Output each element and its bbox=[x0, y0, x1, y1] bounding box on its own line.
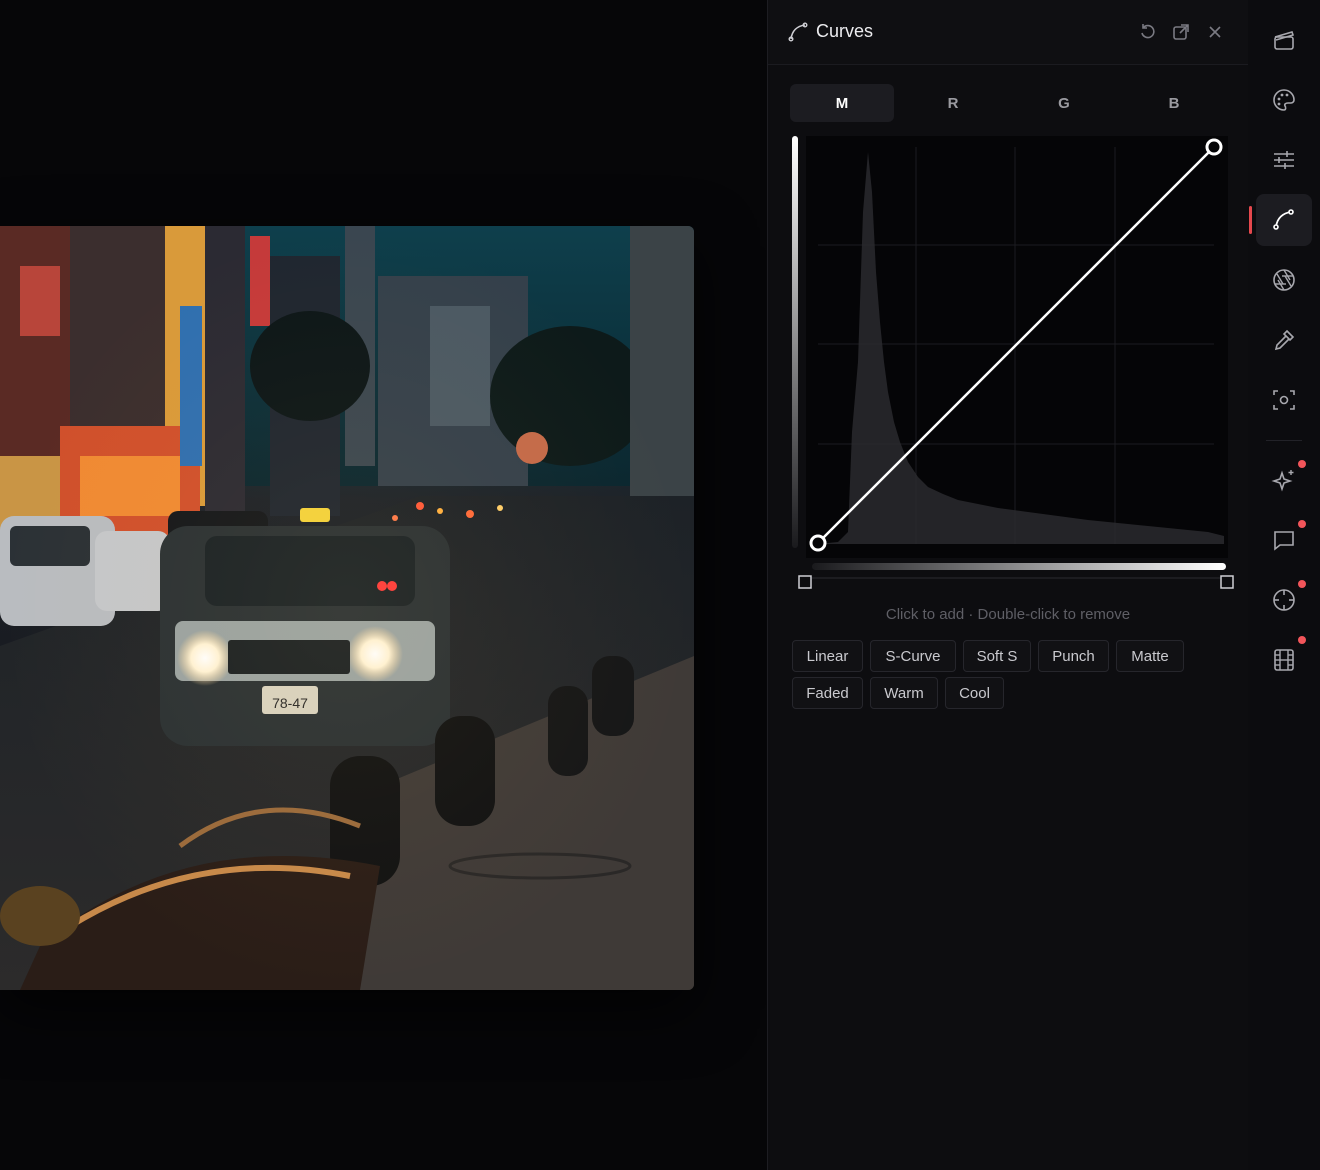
tab-green[interactable]: G bbox=[1012, 84, 1116, 122]
rail-comment[interactable] bbox=[1256, 514, 1312, 566]
curve-point-black[interactable] bbox=[809, 534, 827, 552]
channel-tabs: M R G B bbox=[790, 84, 1234, 122]
popout-icon[interactable] bbox=[1171, 22, 1191, 42]
preset-linear[interactable]: Linear bbox=[792, 640, 863, 672]
focus-icon bbox=[1273, 390, 1295, 410]
notification-badge bbox=[1298, 460, 1306, 468]
preset-s-curve[interactable]: S-Curve bbox=[870, 640, 956, 672]
reset-icon[interactable] bbox=[1138, 22, 1158, 42]
preset-cool[interactable]: Cool bbox=[945, 677, 1004, 709]
comment-icon bbox=[1274, 531, 1294, 551]
rail-focus[interactable] bbox=[1256, 374, 1312, 426]
close-icon[interactable] bbox=[1205, 22, 1225, 42]
curve-hint: Click to add · Double-click to remove bbox=[885, 606, 1131, 623]
rail-sparkle[interactable] bbox=[1256, 454, 1312, 506]
curve-editor[interactable] bbox=[788, 132, 1238, 592]
rail-palette[interactable] bbox=[1256, 74, 1312, 126]
preset-warm[interactable]: Warm bbox=[870, 677, 938, 709]
preset-faded[interactable]: Faded bbox=[792, 677, 863, 709]
photo-preview[interactable]: 78-47 bbox=[0, 226, 694, 990]
street-night-photo: 78-47 bbox=[0, 226, 694, 990]
notification-badge bbox=[1298, 636, 1306, 644]
tool-rail bbox=[1248, 0, 1320, 1170]
white-point-handle[interactable] bbox=[1220, 575, 1234, 589]
film-icon bbox=[1274, 649, 1294, 671]
black-point-handle[interactable] bbox=[798, 575, 812, 589]
notification-badge bbox=[1298, 520, 1306, 528]
rail-aperture[interactable] bbox=[1256, 254, 1312, 306]
aperture-icon bbox=[1273, 269, 1295, 291]
sliders-icon bbox=[1274, 151, 1294, 169]
tab-blue[interactable]: B bbox=[1122, 84, 1226, 122]
rail-curves[interactable] bbox=[1256, 194, 1312, 246]
crosshair-icon bbox=[1273, 589, 1295, 611]
preset-matte[interactable]: Matte bbox=[1116, 640, 1184, 672]
input-gradient-bar bbox=[812, 563, 1226, 570]
notification-badge bbox=[1298, 580, 1306, 588]
tab-master[interactable]: M bbox=[790, 84, 894, 122]
palette-icon bbox=[1273, 89, 1295, 111]
image-canvas[interactable]: 78-47 bbox=[0, 0, 767, 1170]
rail-film[interactable] bbox=[1256, 634, 1312, 686]
rail-divider bbox=[1266, 440, 1302, 441]
panel-title: Curves bbox=[816, 21, 874, 41]
eyedropper-icon bbox=[1274, 329, 1295, 351]
curve-icon bbox=[788, 22, 808, 42]
clapperboard-icon bbox=[1274, 31, 1295, 50]
output-gradient-bar bbox=[792, 136, 798, 548]
rail-clapperboard[interactable] bbox=[1256, 14, 1312, 66]
curves-panel: Curves M R G B Click to add · Double-cli… bbox=[767, 0, 1249, 1170]
rail-crosshair[interactable] bbox=[1256, 574, 1312, 626]
sparkle-icon bbox=[1271, 470, 1294, 492]
curve-icon bbox=[1273, 209, 1294, 230]
preset-soft-s[interactable]: Soft S bbox=[963, 640, 1031, 672]
active-indicator bbox=[1249, 206, 1252, 234]
tab-red[interactable]: R bbox=[901, 84, 1005, 122]
rail-eyedropper[interactable] bbox=[1256, 314, 1312, 366]
panel-header: Curves bbox=[768, 0, 1248, 65]
curve-point-white[interactable] bbox=[1205, 138, 1223, 156]
rail-sliders[interactable] bbox=[1256, 134, 1312, 186]
preset-punch[interactable]: Punch bbox=[1038, 640, 1109, 672]
